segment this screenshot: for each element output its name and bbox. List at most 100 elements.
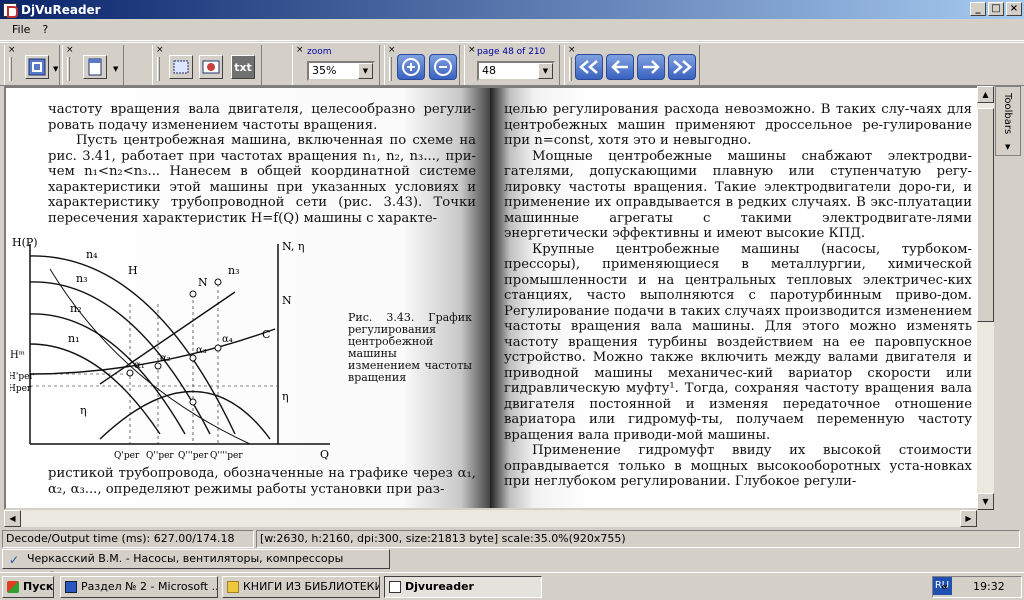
last-page-icon — [673, 60, 692, 74]
arrow-right-icon — [643, 60, 660, 74]
toolbar-grip[interactable] — [9, 57, 12, 81]
taskbar-item-word[interactable]: Раздел № 2 - Microsoft ... — [60, 576, 218, 598]
taskbar-item-djvureader-label: Djvureader — [405, 580, 474, 593]
toolbars-side-panel[interactable]: Toolbars ▼ — [995, 86, 1021, 156]
point-a1 — [126, 369, 134, 377]
start-button[interactable]: Пуск — [2, 576, 54, 598]
label-eta-right: η — [282, 390, 289, 403]
point-a4 — [214, 344, 222, 352]
label-n: N — [198, 276, 208, 289]
select-region-button[interactable] — [169, 55, 193, 79]
page-right-paragraph-3: Крупные центробежные машины (насосы, тур… — [504, 241, 972, 443]
snapshot-button[interactable] — [199, 55, 223, 79]
scroll-right-button[interactable]: ▶ — [960, 510, 977, 527]
regulation-graph: H(P) N, η Q n₄ H n₃ n₂ n₁ N n₃ N C η η H… — [10, 236, 330, 461]
graph-gridlines — [30, 284, 278, 444]
axis-label-n-eta: N, η — [282, 240, 305, 253]
toolbar-group-page: × ▼ — [62, 45, 124, 85]
document-page-left: частоту вращения вала двигателя, целесоо… — [6, 88, 490, 508]
windows-taskbar: Пуск Раздел № 2 - Microsoft ... КНИГИ ИЗ… — [0, 572, 1024, 600]
close-toolbar-icon[interactable]: × — [8, 46, 16, 55]
menu-file[interactable]: File — [6, 23, 36, 36]
tray-expand-icon[interactable]: « — [941, 577, 948, 597]
title-bar: DjVuReader _ □ × — [0, 0, 1024, 19]
scroll-down-button[interactable]: ▼ — [977, 493, 994, 510]
djvu-app-icon — [389, 581, 401, 593]
vertical-scroll-thumb[interactable] — [977, 108, 994, 322]
taskbar-item-folder[interactable]: КНИГИ ИЗ БИБЛИОТЕКИ — [222, 576, 380, 598]
toolbar-grip[interactable] — [389, 57, 392, 81]
zoom-dropdown-arrow-icon[interactable]: ▼ — [358, 63, 373, 79]
minimize-button[interactable]: _ — [970, 2, 986, 16]
close-toolbar-icon[interactable]: × — [156, 46, 164, 55]
page-left-paragraph-3: ристикой трубопровода, обозначенные на г… — [48, 466, 476, 497]
scroll-left-button[interactable]: ◀ — [4, 510, 21, 527]
taskbar-item-djvureader[interactable]: Djvureader — [384, 576, 542, 598]
system-tray: « 19:32 — [932, 576, 1022, 598]
folder-icon — [227, 581, 239, 593]
zoom-out-button[interactable] — [429, 54, 457, 80]
close-toolbar-icon[interactable]: × — [66, 46, 74, 55]
label-a3: α₃ — [196, 345, 207, 356]
horizontal-scrollbar[interactable]: ◀ ▶ — [4, 510, 977, 527]
label-a2: α₂ — [160, 353, 171, 364]
zoom-out-icon — [434, 58, 452, 76]
first-page-button[interactable] — [575, 54, 603, 80]
toolbars-panel-arrow-icon[interactable]: ▼ — [1005, 143, 1010, 151]
axis-label-h: H(P) — [12, 236, 38, 249]
label-q-reg-1: Q'рег — [114, 451, 140, 461]
page-icon — [88, 58, 102, 76]
page-mode-dropdown-arrow-icon[interactable]: ▼ — [113, 65, 118, 73]
toolbar-group-page-nav: × page 48 of 210 48 ▼ — [464, 45, 560, 85]
page-mode-button[interactable] — [83, 55, 107, 79]
curve-n1 — [29, 343, 161, 435]
label-h-max: Hᵐ — [10, 350, 25, 361]
document-tab[interactable]: ✓ Черкасский В.М. - Насосы, вентиляторы,… — [2, 549, 390, 583]
close-toolbar-icon[interactable]: × — [388, 46, 396, 55]
page-right-paragraph-2: Мощные центробежные машины снабжают элек… — [504, 148, 972, 242]
zoom-in-button[interactable] — [397, 54, 425, 80]
toolbar-grip[interactable] — [67, 57, 70, 81]
scroll-up-button[interactable]: ▲ — [977, 86, 994, 103]
toolbar-group-view-mode: × ▼ — [4, 45, 60, 85]
label-c: C — [262, 328, 270, 341]
close-toolbar-icon[interactable]: × — [468, 46, 476, 55]
label-n1: n₁ — [68, 332, 80, 345]
toolbar-grip[interactable] — [569, 57, 572, 81]
last-page-button[interactable] — [668, 54, 696, 80]
previous-page-button[interactable] — [606, 54, 634, 80]
snapshot-icon — [202, 60, 220, 74]
vertical-scrollbar[interactable]: ▲ ▼ — [977, 86, 994, 510]
curve-efficiency — [99, 390, 271, 440]
next-page-button[interactable] — [637, 54, 665, 80]
menu-help[interactable]: ? — [36, 23, 54, 36]
layout-button[interactable] — [25, 55, 49, 79]
figure-3-43: H(P) N, η Q n₄ H n₃ n₂ n₁ N n₃ N C η η H… — [10, 234, 476, 462]
toolbar-group-zoom-buttons: × — [384, 45, 460, 85]
status-decode-time: Decode/Output time (ms): 627.00/174.18 — [2, 530, 254, 548]
close-toolbar-icon[interactable]: × — [568, 46, 576, 55]
page-dropdown-arrow-icon[interactable]: ▼ — [538, 63, 553, 79]
zoom-value: 35% — [312, 64, 337, 77]
label-eta: η — [80, 404, 87, 417]
status-page-info: [w:2630, h:2160, dpi:300, size:21813 byt… — [256, 530, 1020, 548]
document-viewport[interactable]: частоту вращения вала двигателя, целесоо… — [4, 86, 994, 510]
page-select[interactable]: 48 ▼ — [477, 61, 555, 81]
page-left-paragraph-1: частоту вращения вала двигателя, целесоо… — [48, 102, 476, 133]
text-mode-button[interactable]: txt — [231, 55, 255, 79]
layout-dropdown-arrow-icon[interactable]: ▼ — [53, 65, 58, 73]
djvu-app-icon — [3, 2, 18, 18]
taskbar-item-folder-label: КНИГИ ИЗ БИБЛИОТЕКИ — [243, 580, 380, 593]
maximize-button[interactable]: □ — [988, 2, 1004, 16]
label-n2: n₂ — [70, 302, 82, 315]
close-button[interactable]: × — [1006, 2, 1022, 16]
first-page-icon — [579, 60, 598, 74]
page-right-paragraph-1: целью регулирования расхода невозможно. … — [504, 102, 972, 148]
close-toolbar-icon[interactable]: × — [296, 46, 304, 55]
label-q-reg-3: Q'''рег — [178, 451, 209, 461]
toolbar-grip[interactable] — [157, 57, 160, 81]
arrow-left-icon — [611, 60, 628, 74]
layout-icon — [28, 58, 46, 76]
point-n3-upper — [214, 278, 222, 286]
zoom-select[interactable]: 35% ▼ — [307, 61, 375, 81]
